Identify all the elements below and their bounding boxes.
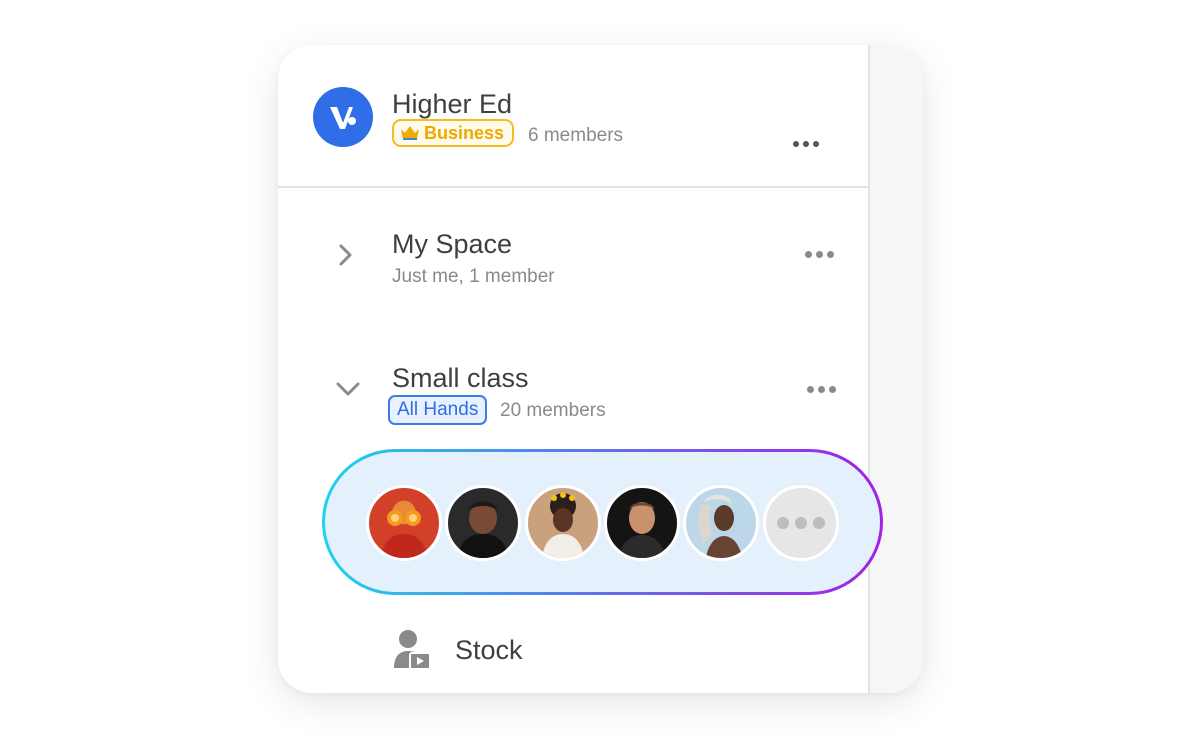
space-subtitle-my-space: Just me, 1 member [392,266,555,287]
member-avatar-1[interactable] [366,485,442,561]
member-strip [322,449,883,595]
member-avatar-4[interactable] [604,485,680,561]
crown-icon [401,126,419,140]
member-avatar-5[interactable] [683,485,759,561]
workspace-panel: Higher Ed Business 6 members My Space Ju… [278,45,923,693]
plan-badge-label: Business [424,122,505,143]
plan-badge: Business [392,119,515,147]
workspace-member-count: 6 members [528,125,624,146]
chevron-right-icon[interactable] [338,244,354,266]
member-avatar-3[interactable] [525,485,601,561]
workspace-title: Higher Ed [392,89,513,119]
member-avatar-2[interactable] [445,485,521,561]
workspace-more-button[interactable] [793,141,819,147]
all-hands-badge: All Hands [388,395,488,425]
header-divider [278,186,868,188]
space-title-my-space[interactable]: My Space [392,229,512,260]
space-title-small-class[interactable]: Small class [392,363,529,394]
small-class-more-button[interactable] [807,386,836,393]
my-space-more-button[interactable] [805,251,834,258]
workspace-logo-icon [313,87,373,147]
small-class-member-count: 20 members [500,400,606,421]
stock-user-video-icon [394,630,431,670]
side-strip [868,45,923,693]
stock-label[interactable]: Stock [455,635,523,666]
chevron-down-icon[interactable] [336,381,360,397]
more-members-icon[interactable] [763,485,839,561]
